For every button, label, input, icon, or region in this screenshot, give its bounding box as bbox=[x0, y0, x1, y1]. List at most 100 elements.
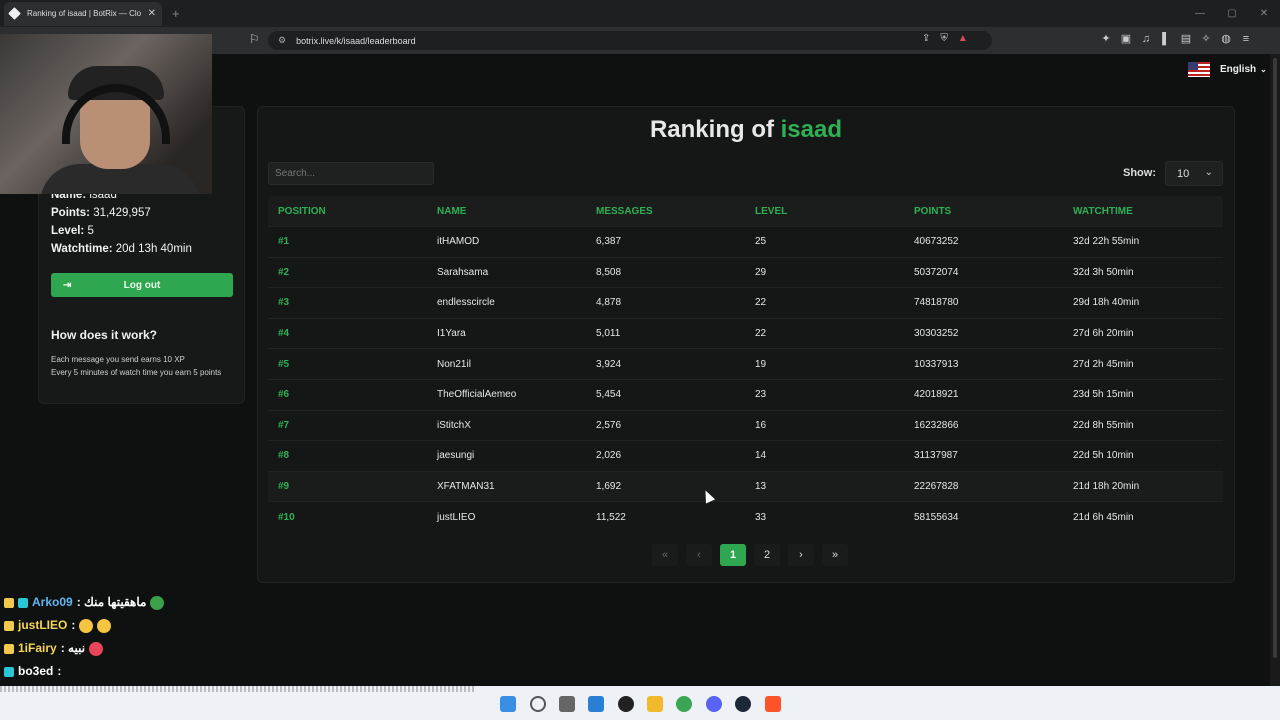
steam-icon[interactable] bbox=[735, 696, 751, 712]
name-cell: justLIEO bbox=[437, 511, 476, 523]
pagination: « ‹ 1 2 › » bbox=[652, 544, 848, 566]
title-prefix: Ranking of bbox=[649, 116, 774, 143]
brave-icon[interactable] bbox=[765, 696, 781, 712]
level-cell: 29 bbox=[755, 266, 767, 278]
maximize-icon[interactable]: ▢ bbox=[1216, 8, 1248, 19]
table-row: #9 XFATMAN31 1,692 13 22267828 21d 18h 20min bbox=[268, 470, 1223, 502]
leo-icon[interactable]: ✧ bbox=[1200, 32, 1212, 46]
start-icon[interactable] bbox=[500, 696, 516, 712]
task-view-icon[interactable] bbox=[559, 696, 575, 712]
screenshot-icon[interactable]: ▣ bbox=[1120, 32, 1132, 46]
column-header[interactable]: NAME bbox=[427, 206, 586, 217]
scrollbar[interactable] bbox=[1270, 54, 1280, 686]
rewards-icon[interactable]: ▲ bbox=[958, 33, 968, 44]
stream-chat-overlay: Arko09 : ماهقيتها منك justLIEO : 1iFairy… bbox=[4, 591, 165, 683]
watchtime-cell: 22d 5h 10min bbox=[1073, 450, 1134, 462]
user-info: Name: isaad Points: 31,429,957 Level: 5 … bbox=[51, 186, 192, 258]
obs-icon[interactable] bbox=[618, 696, 634, 712]
watchtime-cell: 29d 18h 40min bbox=[1073, 297, 1140, 309]
table-header: POSITION NAME MESSAGES LEVEL POINTS WATC… bbox=[268, 196, 1223, 226]
language-selector[interactable]: English ⌄ bbox=[1188, 62, 1267, 77]
language-label: English bbox=[1220, 64, 1257, 75]
chrome-icon[interactable] bbox=[676, 696, 692, 712]
position-cell: #4 bbox=[278, 328, 290, 340]
page-button[interactable]: 1 bbox=[720, 544, 746, 566]
next-page-icon[interactable]: › bbox=[788, 544, 814, 566]
messages-cell: 1,692 bbox=[596, 481, 622, 493]
chat-message: : bbox=[71, 618, 76, 632]
url-text: botrix.live/k/isaad/leaderboard bbox=[296, 35, 416, 46]
position-cell: #1 bbox=[278, 236, 290, 248]
wallet-icon[interactable]: ▤ bbox=[1180, 32, 1192, 46]
address-bar-tools: ⇪ ⛨ ▲ bbox=[922, 33, 968, 44]
column-header[interactable]: WATCHTIME bbox=[1063, 206, 1223, 217]
column-header[interactable]: POINTS bbox=[904, 206, 1063, 217]
page-button[interactable]: 2 bbox=[754, 544, 780, 566]
shield-icon[interactable]: ⛨ bbox=[940, 33, 948, 44]
column-header[interactable]: LEVEL bbox=[745, 206, 904, 217]
close-window-icon[interactable]: ✕ bbox=[1248, 8, 1280, 19]
logout-button[interactable]: ⇥ Log out bbox=[51, 273, 233, 297]
watchtime-cell: 27d 2h 45min bbox=[1073, 358, 1134, 370]
chat-username: Arko09 bbox=[32, 595, 73, 609]
chat-line: bo3ed : bbox=[4, 660, 164, 683]
table-row: #8 jaesungi 2,026 14 31137987 22d 5h 10min bbox=[268, 440, 1223, 471]
chat-username: justLIEO bbox=[18, 618, 68, 632]
extensions-icon[interactable]: ✦ bbox=[1100, 32, 1112, 46]
column-header[interactable]: MESSAGES bbox=[586, 206, 745, 217]
search-icon[interactable] bbox=[530, 696, 546, 712]
address-bar[interactable]: ⚙ botrix.live/k/isaad/leaderboard bbox=[268, 31, 992, 50]
minimize-icon[interactable]: — bbox=[1184, 8, 1216, 19]
table-row: #6 TheOfficialAemeo 5,454 23 42018921 23d 5h … bbox=[268, 378, 1223, 410]
badge-icon bbox=[4, 597, 14, 608]
position-cell: #2 bbox=[278, 266, 290, 278]
sidebar-icon[interactable]: ▌ bbox=[1160, 32, 1172, 46]
store-icon[interactable] bbox=[588, 696, 604, 712]
show-count-value: 10 bbox=[1177, 168, 1190, 180]
page-title: Ranking of isaad bbox=[257, 116, 1235, 144]
position-cell: #5 bbox=[278, 358, 290, 370]
browser-tab[interactable]: Ranking of isaad | BotRix — Clo ✕ bbox=[4, 1, 162, 26]
bookmark-icon[interactable]: ⚐ bbox=[249, 32, 260, 46]
menu-icon[interactable]: ≡ bbox=[1240, 32, 1252, 46]
tab-title: Ranking of isaad | BotRix — Clo bbox=[27, 9, 142, 18]
new-tab-icon[interactable]: + bbox=[172, 6, 180, 21]
chevron-down-icon: ⌄ bbox=[1204, 167, 1213, 178]
position-cell: #8 bbox=[278, 450, 290, 462]
chat-line: justLIEO : bbox=[4, 614, 164, 637]
level-cell: 14 bbox=[755, 450, 767, 462]
table-row: #5 Non21il 3,924 19 10337913 27d 2h 45min bbox=[268, 348, 1223, 379]
file-explorer-icon[interactable] bbox=[647, 696, 663, 712]
column-header[interactable]: POSITION bbox=[268, 206, 427, 217]
site-info-icon[interactable]: ⚙ bbox=[278, 35, 286, 46]
share-icon[interactable]: ⇪ bbox=[922, 33, 930, 44]
close-tab-icon[interactable]: ✕ bbox=[148, 8, 156, 19]
messages-cell: 2,576 bbox=[596, 419, 622, 431]
points-label: Points: bbox=[51, 207, 90, 219]
leaderboard-table: POSITION NAME MESSAGES LEVEL POINTS WATC… bbox=[268, 196, 1223, 532]
music-icon[interactable]: ♫ bbox=[1140, 32, 1152, 46]
first-page-icon[interactable]: « bbox=[652, 544, 678, 566]
messages-cell: 8,508 bbox=[596, 266, 622, 278]
browser-extensions: ✦ ▣ ♫ ▌ ▤ ✧ ◍ ≡ bbox=[1100, 32, 1252, 46]
level-value: 5 bbox=[87, 225, 94, 237]
how-line-2: Every 5 minutes of watch time you earn 5… bbox=[51, 368, 222, 377]
badge-icon bbox=[4, 643, 14, 654]
discord-icon[interactable] bbox=[706, 696, 722, 712]
emote-icon bbox=[150, 595, 165, 610]
chat-username: bo3ed bbox=[18, 664, 54, 678]
chat-line: 1iFairy : نبيه bbox=[4, 637, 164, 660]
table-row: #10 justLIEO 11,522 33 58155634 21d 6h 45min bbox=[268, 501, 1223, 532]
points-cell: 58155634 bbox=[914, 511, 959, 523]
vpn-icon[interactable]: ◍ bbox=[1220, 32, 1232, 46]
search-input[interactable] bbox=[268, 162, 434, 185]
show-label: Show: bbox=[1123, 167, 1156, 179]
previous-page-icon[interactable]: ‹ bbox=[686, 544, 712, 566]
table-row: #1 itHAMOD 6,387 25 40673252 32d 22h 55min bbox=[268, 226, 1223, 257]
watchtime-cell: 21d 18h 20min bbox=[1073, 481, 1140, 493]
show-count-select[interactable]: 10 ⌄ bbox=[1165, 161, 1223, 186]
last-page-icon[interactable]: » bbox=[822, 544, 848, 566]
name-cell: Non21il bbox=[437, 358, 471, 370]
points-cell: 30303252 bbox=[914, 328, 959, 340]
chat-username: 1iFairy bbox=[18, 641, 57, 655]
